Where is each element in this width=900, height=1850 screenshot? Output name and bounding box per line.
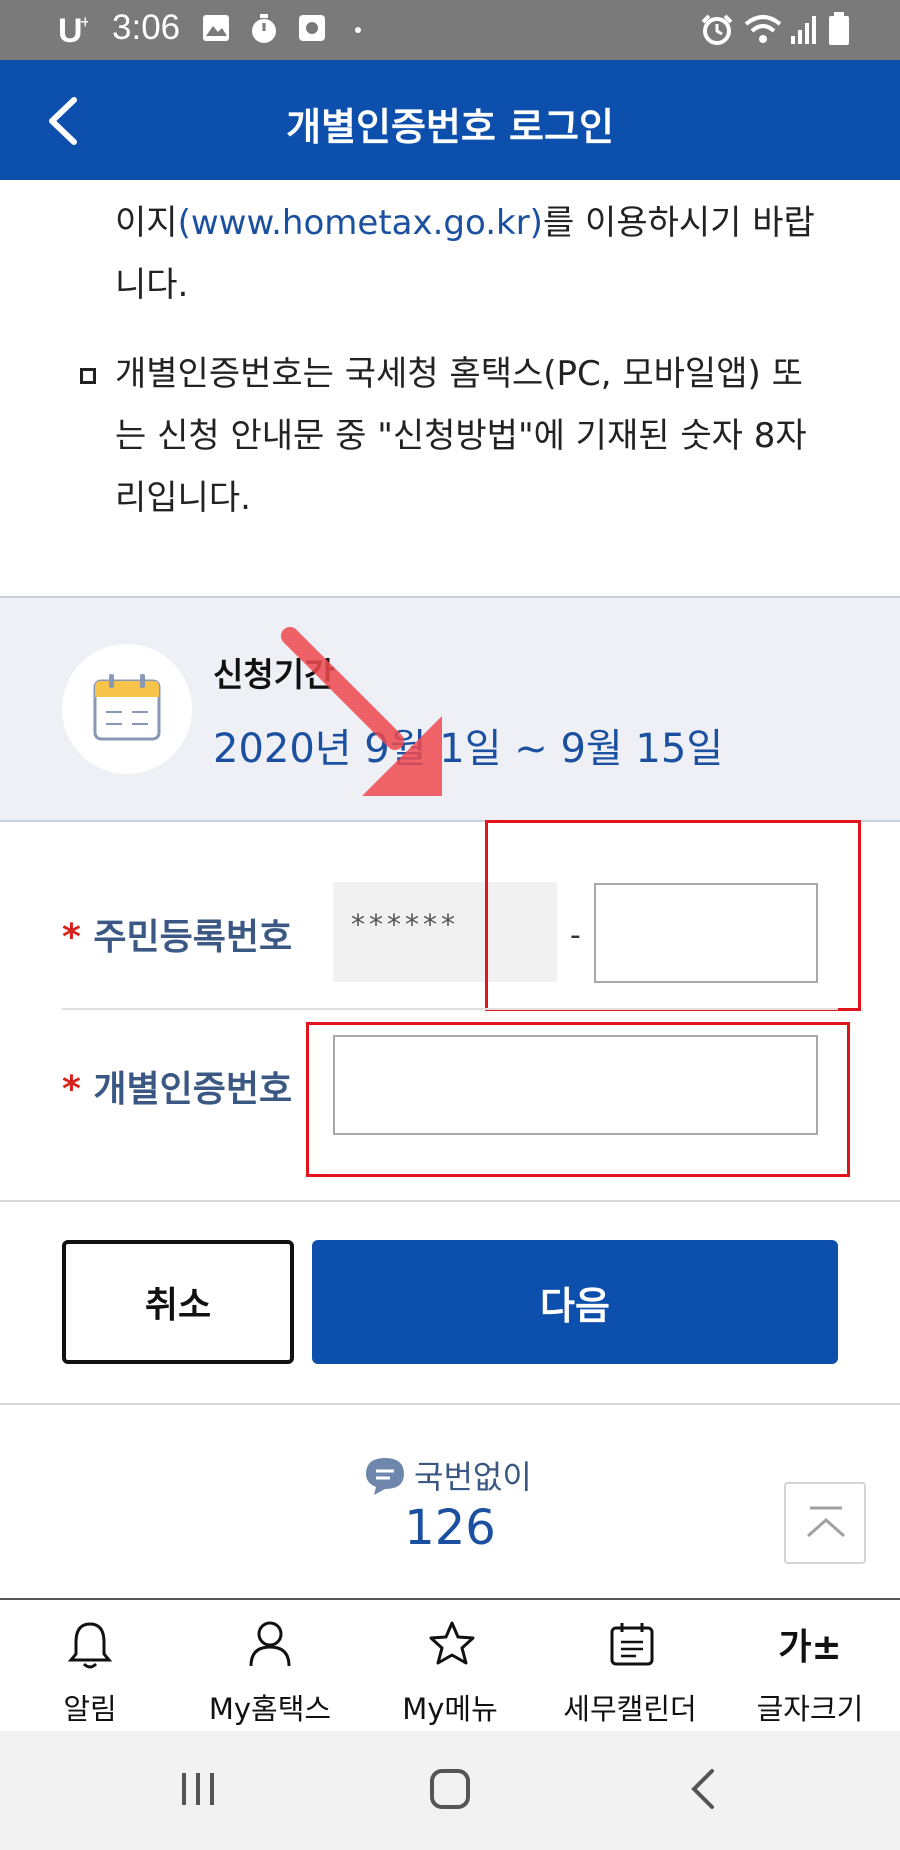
- nav-item-my-menu[interactable]: My메뉴: [360, 1600, 540, 1733]
- bullet-text-line-3: 리입니다.: [115, 478, 251, 518]
- info-text-line-1: 이지(www.hometax.go.kr)를 이용하시기 바랍: [115, 203, 815, 243]
- annotation-arrow-icon: [281, 627, 442, 796]
- bottom-nav: 알림 My홈택스 My메뉴 세무캘린더 가± 글자크기: [0, 1598, 900, 1733]
- status-time: 3:06: [112, 8, 181, 47]
- back-nav-icon[interactable]: [688, 1767, 718, 1811]
- calendar-badge: [62, 644, 192, 774]
- required-mark: *: [62, 917, 81, 958]
- app-header: 개별인증번호 로그인: [0, 60, 900, 180]
- section-divider: [0, 1403, 900, 1405]
- star-icon: [429, 1621, 475, 1665]
- form-divider: [62, 1008, 838, 1010]
- nav-label: 알림: [63, 1692, 117, 1726]
- carrier-icon: U +: [58, 12, 88, 48]
- section-divider: [0, 1200, 900, 1202]
- bullet-icon: [80, 368, 96, 384]
- auth-number-label: * 개별인증번호: [62, 1069, 293, 1110]
- calendar-icon: [93, 674, 161, 741]
- scroll-to-top-button[interactable]: [784, 1482, 866, 1564]
- cancel-button[interactable]: 취소: [62, 1240, 294, 1364]
- recent-apps-icon[interactable]: [178, 1769, 218, 1809]
- record-icon: [299, 15, 325, 41]
- nav-item-my-hometax[interactable]: My홈택스: [180, 1600, 360, 1733]
- signal-icon: [791, 16, 816, 44]
- nav-item-tax-calendar[interactable]: 세무캘린더: [540, 1600, 720, 1733]
- info-text-line-2: 니다.: [115, 265, 189, 305]
- hometax-link[interactable]: (www.hometax.go.kr): [178, 203, 543, 243]
- resident-number-label: * 주민등록번호: [62, 917, 293, 958]
- text-size-icon: 가±: [778, 1627, 842, 1668]
- bullet-text-line-1: 개별인증번호는 국세청 홈택스(PC, 모바일앱) 또: [115, 354, 803, 394]
- alarm-icon: [701, 14, 733, 45]
- annotation-highlight-box: [306, 1022, 850, 1177]
- svg-text:U: U: [58, 12, 83, 48]
- status-bar: U + 3:06: [0, 0, 900, 60]
- image-icon: [203, 15, 229, 41]
- bullet-text-line-2: 는 신청 안내문 중 "신청방법"에 기재된 숫자 8자: [115, 416, 807, 456]
- nav-label: My홈택스: [208, 1692, 332, 1726]
- person-icon: [249, 1621, 291, 1667]
- system-navigation-bar: [0, 1731, 900, 1850]
- contact-number[interactable]: 126: [0, 1500, 900, 1556]
- chat-bubble-icon: [366, 1458, 404, 1495]
- bell-icon: [68, 1622, 112, 1669]
- nav-item-alerts[interactable]: 알림: [0, 1600, 180, 1733]
- contact-label: 국번없이: [414, 1458, 532, 1496]
- more-notifications-icon: [355, 27, 361, 33]
- arrow-up-icon: [807, 1506, 845, 1538]
- home-icon[interactable]: [428, 1767, 472, 1811]
- next-button[interactable]: 다음: [312, 1240, 838, 1364]
- svg-text:+: +: [80, 12, 88, 32]
- nav-label: 글자크기: [756, 1692, 864, 1726]
- nav-label: 세무캘린더: [563, 1692, 697, 1726]
- page-title: 개별인증번호 로그인: [286, 105, 614, 149]
- wifi-icon: [744, 15, 782, 43]
- battery-icon: [829, 12, 849, 45]
- nav-label: My메뉴: [402, 1692, 498, 1726]
- timer-icon: [252, 14, 276, 43]
- calendar-icon: [610, 1623, 654, 1666]
- annotation-highlight-box: [485, 820, 861, 1011]
- nav-item-text-size[interactable]: 가± 글자크기: [720, 1600, 900, 1733]
- required-mark: *: [62, 1069, 81, 1110]
